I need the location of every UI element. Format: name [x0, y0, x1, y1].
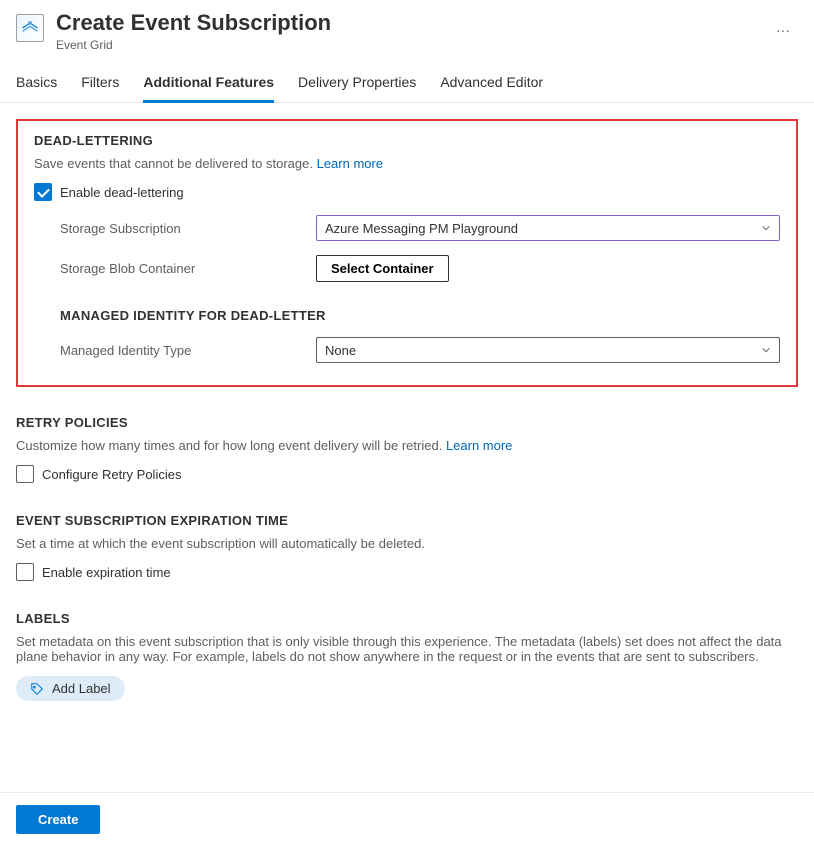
expiration-description: Set a time at which the event subscripti…: [16, 536, 798, 551]
dead-lettering-description: Save events that cannot be delivered to …: [34, 156, 780, 171]
retry-policies-heading: RETRY POLICIES: [16, 415, 798, 430]
footer: Create: [0, 792, 814, 846]
page-subtitle: Event Grid: [56, 38, 756, 52]
create-button[interactable]: Create: [16, 805, 100, 834]
tab-additional-features[interactable]: Additional Features: [143, 66, 274, 103]
enable-dead-lettering-checkbox[interactable]: [34, 183, 52, 201]
retry-policies-desc-text: Customize how many times and for how lon…: [16, 438, 442, 453]
managed-identity-type-dropdown[interactable]: None: [316, 337, 780, 363]
retry-policies-learn-more-link[interactable]: Learn more: [446, 438, 512, 453]
chevron-down-icon: [761, 223, 771, 233]
tab-advanced-editor[interactable]: Advanced Editor: [440, 66, 543, 103]
add-label-button[interactable]: Add Label: [16, 676, 125, 701]
managed-identity-type-label: Managed Identity Type: [60, 343, 316, 358]
dead-lettering-section: DEAD-LETTERING Save events that cannot b…: [16, 119, 798, 387]
dead-lettering-desc-text: Save events that cannot be delivered to …: [34, 156, 313, 171]
retry-policies-section: RETRY POLICIES Customize how many times …: [16, 415, 798, 483]
labels-description: Set metadata on this event subscription …: [16, 634, 798, 664]
dead-lettering-learn-more-link[interactable]: Learn more: [317, 156, 383, 171]
select-container-button[interactable]: Select Container: [316, 255, 449, 282]
event-grid-icon: [16, 14, 44, 42]
expiration-section: EVENT SUBSCRIPTION EXPIRATION TIME Set a…: [16, 513, 798, 581]
storage-blob-container-label: Storage Blob Container: [60, 261, 316, 276]
add-label-text: Add Label: [52, 681, 111, 696]
tab-delivery-properties[interactable]: Delivery Properties: [298, 66, 416, 103]
storage-subscription-dropdown[interactable]: Azure Messaging PM Playground: [316, 215, 780, 241]
chevron-down-icon: [761, 345, 771, 355]
retry-policies-description: Customize how many times and for how lon…: [16, 438, 798, 453]
enable-dead-lettering-label: Enable dead-lettering: [60, 185, 184, 200]
labels-heading: LABELS: [16, 611, 798, 626]
storage-subscription-value: Azure Messaging PM Playground: [325, 221, 518, 236]
tab-basics[interactable]: Basics: [16, 66, 57, 103]
more-icon[interactable]: ···: [768, 18, 798, 42]
configure-retry-policies-checkbox[interactable]: [16, 465, 34, 483]
tabs: Basics Filters Additional Features Deliv…: [0, 66, 814, 103]
tab-filters[interactable]: Filters: [81, 66, 119, 103]
dead-lettering-heading: DEAD-LETTERING: [34, 133, 780, 148]
storage-subscription-label: Storage Subscription: [60, 221, 316, 236]
enable-expiration-label: Enable expiration time: [42, 565, 171, 580]
labels-section: LABELS Set metadata on this event subscr…: [16, 611, 798, 701]
enable-expiration-checkbox[interactable]: [16, 563, 34, 581]
page-header: Create Event Subscription Event Grid ···: [0, 0, 814, 60]
managed-identity-heading: MANAGED IDENTITY FOR DEAD-LETTER: [60, 308, 780, 323]
configure-retry-policies-label: Configure Retry Policies: [42, 467, 181, 482]
expiration-heading: EVENT SUBSCRIPTION EXPIRATION TIME: [16, 513, 798, 528]
managed-identity-type-value: None: [325, 343, 356, 358]
tag-icon: [30, 682, 44, 696]
page-title: Create Event Subscription: [56, 10, 756, 36]
